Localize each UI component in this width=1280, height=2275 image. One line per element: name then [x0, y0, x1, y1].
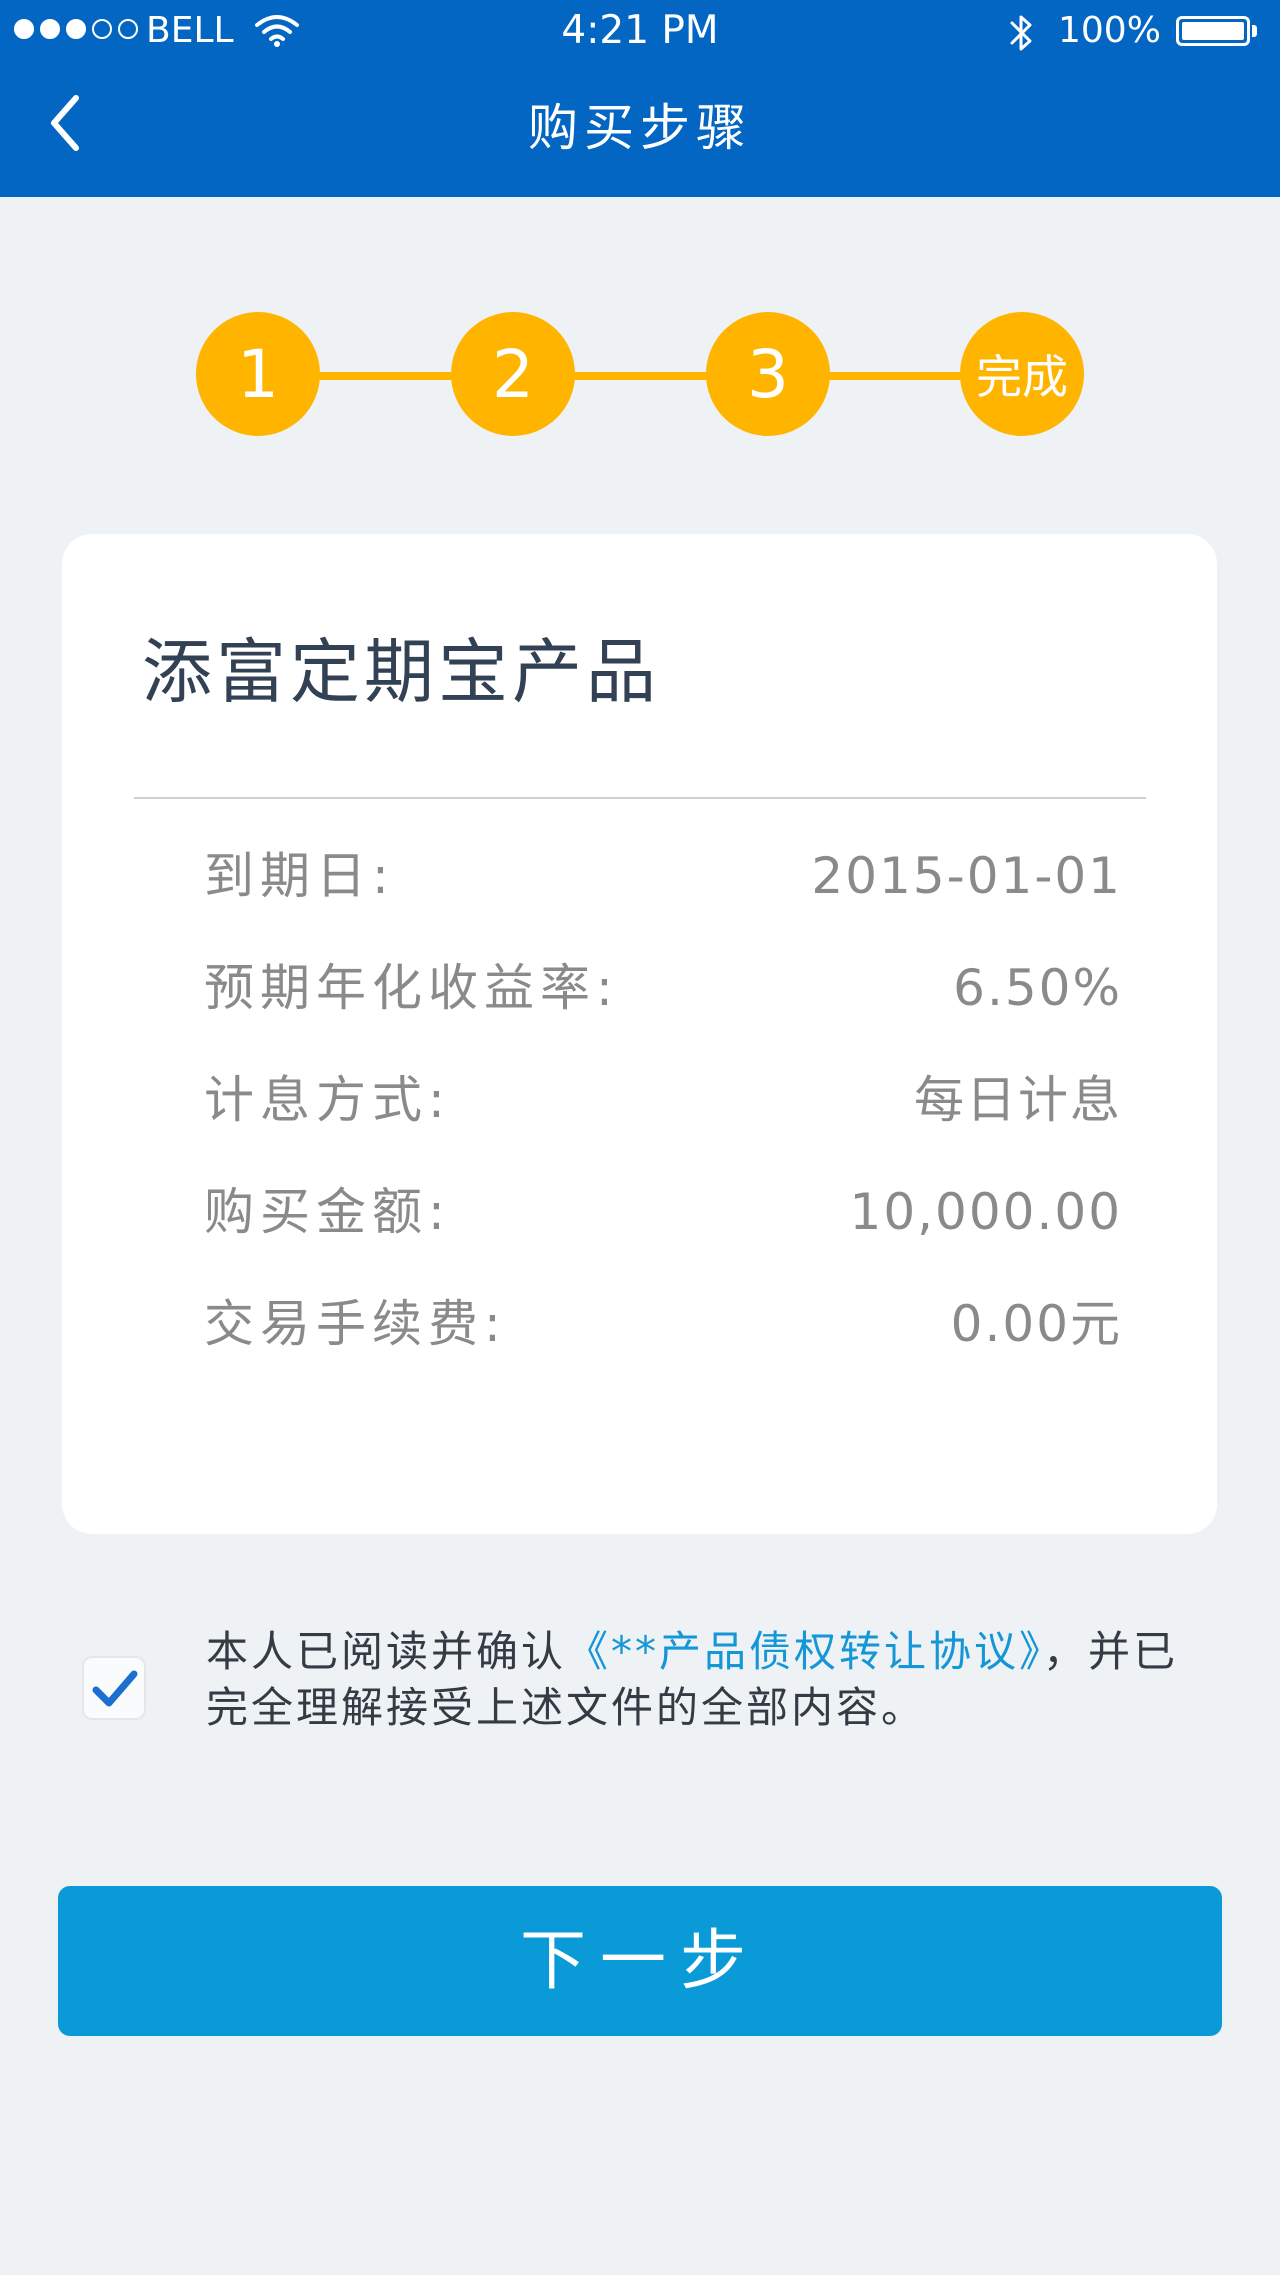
- divider: [134, 797, 1146, 799]
- detail-row-annual-yield: 预期年化收益率: 6.50%: [142, 956, 1202, 1068]
- status-bar: BELL 4:21 PM 100%: [0, 0, 1280, 62]
- detail-value: 每日计息: [914, 1071, 1122, 1129]
- detail-label: 预期年化收益率:: [204, 959, 619, 1017]
- product-details: 到期日: 2015-01-01 预期年化收益率: 6.50% 计息方式: 每日计…: [142, 844, 1202, 1404]
- nav-bar: 购买步骤: [0, 62, 1280, 197]
- battery-cap: [1252, 25, 1257, 37]
- battery-percent: 100%: [1058, 10, 1161, 51]
- agreement-section: 本人已阅读并确认《**产品债权转让协议》，并已完全理解接受上述文件的全部内容。: [0, 1620, 1280, 1740]
- step-progress: 1 2 3 完成: [0, 312, 1280, 440]
- agreement-link[interactable]: 《**产品债权转让协议》: [566, 1627, 1043, 1676]
- detail-row-transaction-fee: 交易手续费: 0.00元: [142, 1292, 1202, 1404]
- step-2: 2: [451, 312, 575, 436]
- agreement-text: 本人已阅读并确认《**产品债权转让协议》，并已完全理解接受上述文件的全部内容。: [206, 1624, 1206, 1736]
- step-connector-line: [256, 372, 1022, 380]
- step-3: 3: [706, 312, 830, 436]
- agreement-checkbox[interactable]: [82, 1656, 146, 1720]
- detail-value: 6.50%: [953, 959, 1122, 1017]
- checkmark-icon: [92, 1670, 138, 1707]
- page-title: 购买步骤: [528, 99, 752, 157]
- step-complete: 完成: [960, 312, 1084, 436]
- detail-value: 10,000.00: [849, 1183, 1122, 1241]
- detail-label: 购买金额:: [204, 1183, 451, 1241]
- next-step-button[interactable]: 下一步: [58, 1886, 1222, 2036]
- battery-level: [1182, 22, 1244, 40]
- detail-label: 计息方式:: [204, 1071, 451, 1129]
- agreement-text-before: 本人已阅读并确认: [206, 1627, 567, 1676]
- detail-value: 0.00元: [950, 1295, 1122, 1353]
- bluetooth-icon: [1010, 15, 1032, 51]
- header: BELL 4:21 PM 100% 购买步骤: [0, 0, 1280, 197]
- detail-value: 2015-01-01: [811, 847, 1122, 905]
- detail-label: 到期日:: [204, 847, 395, 905]
- detail-row-maturity-date: 到期日: 2015-01-01: [142, 844, 1202, 956]
- product-card: 添富定期宝产品 到期日: 2015-01-01 预期年化收益率: 6.50% 计…: [62, 534, 1217, 1534]
- detail-row-interest-method: 计息方式: 每日计息: [142, 1068, 1202, 1180]
- product-title: 添富定期宝产品: [142, 631, 660, 713]
- step-1: 1: [196, 312, 320, 436]
- detail-row-purchase-amount: 购买金额: 10,000.00: [142, 1180, 1202, 1292]
- battery-icon: [1176, 16, 1250, 46]
- detail-label: 交易手续费:: [204, 1295, 507, 1353]
